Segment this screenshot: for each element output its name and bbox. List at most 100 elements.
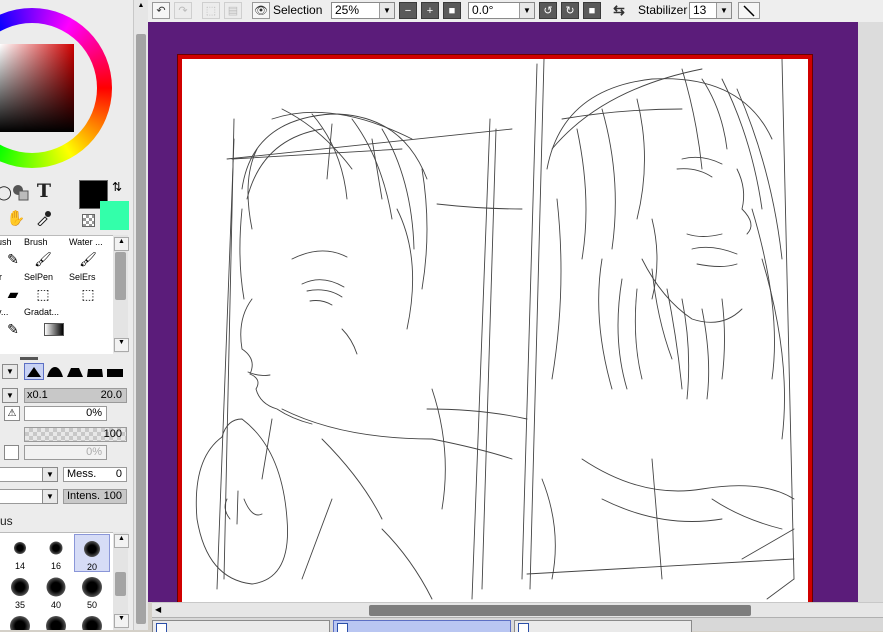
brush-grid-scrollbar[interactable]: ▲ ▼ [113,235,129,353]
texture-dropdown-arrow-icon[interactable]: ▼ [42,467,58,482]
selection-label: Selection [273,3,323,17]
redo-icon[interactable]: ↷ [174,2,192,19]
secondary-color-swatch[interactable] [100,201,129,230]
brush-slot-8[interactable]: Gradat... [24,307,64,341]
saturation-value-square[interactable] [0,44,74,132]
brush-shape-round-icon[interactable] [24,363,44,380]
brush-slot-5[interactable]: SelPen ⬚ [24,272,64,306]
density-slider[interactable]: 100 [24,427,127,442]
rotation-reset-icon[interactable]: ■ [583,2,601,19]
scroll-left-icon[interactable]: ◀ [155,605,161,614]
rotation-select[interactable]: 0.0° ▼ [468,2,535,19]
brush-tool-grid: rush✎ Brush🖌 Water ...🖌 er▰ SelPen⬚ SelE… [0,235,113,354]
brush-size-35[interactable]: 35 [2,573,38,611]
watercolor-icon: 🖌 [79,251,97,267]
canvas-area[interactable] [148,22,883,602]
top-toolbar: ↶ ↷ ⬚ ▤ 👁 Selection 25% ▼ − + ■ 0.0° ▼ ↺… [148,0,883,23]
size-multiplier: x0.1 [27,389,48,401]
canvas-side-strip [858,22,883,602]
brush-size-grid: 14 16 20 35 40 50 [0,532,113,630]
stabilizer-select[interactable]: 13 ▼ [689,2,732,19]
size-slider[interactable]: x0.1 20.0 [24,388,127,403]
brush-size-16[interactable]: 16 [38,534,74,572]
brush-size-14[interactable]: 14 [2,534,38,572]
brush-size-20[interactable]: 20 [74,534,110,572]
chevron-down-icon: ▼ [519,3,534,18]
scroll-thumb[interactable] [369,605,751,616]
eraser-icon: ▰ [7,286,19,302]
brush-size-row3-2[interactable] [38,612,74,630]
selers-icon: ⬚ [81,286,95,302]
selection-visibility-icon[interactable]: 👁 [252,2,270,19]
eyedropper-icon[interactable] [34,208,54,228]
brush-size-50[interactable]: 50 [74,573,110,611]
flip-horizontal-icon[interactable]: ⇆ [610,2,628,19]
chevron-down-icon: ▼ [379,3,394,18]
tool-panel: ◯ T ✋ ⇅ rush✎ Brush🖌 Water ...🖌 er▰ SelP… [0,0,133,630]
document-tab-1[interactable] [152,620,330,632]
panel-scrollbar[interactable]: ▲ [133,0,148,630]
document-icon [518,623,529,632]
swap-colors-icon[interactable]: ⇅ [112,180,122,194]
zoom-out-icon[interactable]: − [399,2,417,19]
document-tab-2[interactable] [333,620,511,632]
zoom-reset-icon[interactable]: ■ [443,2,461,19]
zoom-select[interactable]: 25% ▼ [331,2,395,19]
panel-divider[interactable] [20,357,38,360]
brush-slot-6[interactable]: SelErs ⬚ [69,272,109,306]
document-tab-3[interactable] [514,620,692,632]
rotate-right-icon[interactable]: ↻ [561,2,579,19]
mess-field[interactable]: Mess. 0 [63,467,127,482]
transparent-color-icon[interactable] [82,214,95,227]
size-grid-scrollbar[interactable]: ▲ ▼ [113,532,129,630]
drawing-canvas[interactable] [178,55,812,602]
document-icon [156,623,167,632]
brush-shape-4-icon[interactable] [86,364,104,382]
scroll-thumb[interactable] [115,252,126,300]
brush-size-row3-1[interactable] [2,612,38,630]
scroll-up-icon[interactable]: ▲ [114,534,129,548]
brush-shape-5-icon[interactable] [106,364,124,382]
brush-slot-2[interactable]: Brush 🖌 [24,237,64,271]
document-icon [337,623,348,632]
gradation-icon [44,323,64,336]
effect-dropdown-arrow-icon[interactable]: ▼ [42,489,58,504]
hand-tool-icon[interactable]: ✋ [6,208,26,228]
rotate-left-icon[interactable]: ↺ [539,2,557,19]
scroll-down-icon[interactable]: ▼ [114,614,129,628]
scroll-up-icon[interactable]: ▲ [114,237,129,251]
brush-shape-dropdown[interactable]: ▼ [2,364,18,379]
size-value: 20.0 [100,389,122,401]
brush-shape-3-icon[interactable] [66,364,84,382]
invert-selection-icon[interactable]: ▤ [224,2,242,19]
scroll-down-icon[interactable]: ▼ [114,338,129,352]
airbrush-icon: ✎ [7,251,19,267]
brush-icon: 🖌 [34,251,52,267]
size-dropdown[interactable]: ▼ [2,388,18,403]
stabilizer-label: Stabilizer [638,3,688,17]
scroll-up-icon[interactable]: ▲ [136,2,146,14]
brush-size-row3-3[interactable] [74,612,110,630]
text-tool-icon[interactable]: T [34,180,54,202]
disabled-slider[interactable]: 0% [24,445,107,460]
option-checkbox[interactable] [4,445,19,460]
deselect-icon[interactable]: ⬚ [202,2,220,19]
binary-icon: ✎ [7,321,19,337]
min-size-slider[interactable]: 0% [24,406,107,421]
chevron-down-icon: ▼ [716,3,731,18]
sketch-drawing [195,59,795,600]
zoom-in-icon[interactable]: + [421,2,439,19]
min-size-icon[interactable]: ⚠ [4,406,20,421]
fill-shapes-icon[interactable] [10,182,30,202]
line-tool-icon[interactable] [738,2,760,19]
canvas-horizontal-scrollbar[interactable]: ◀ [152,602,883,618]
undo-icon[interactable]: ↶ [152,2,170,19]
brush-slot-3[interactable]: Water ... 🖌 [69,237,109,271]
brush-size-40[interactable]: 40 [38,573,74,611]
intens-field[interactable]: Intens. 100 [63,489,127,504]
scroll-thumb[interactable] [115,572,126,596]
scroll-thumb[interactable] [136,34,146,624]
selpen-icon: ⬚ [36,286,50,302]
brush-shape-2-icon[interactable] [46,364,64,382]
document-tabs [152,617,883,632]
